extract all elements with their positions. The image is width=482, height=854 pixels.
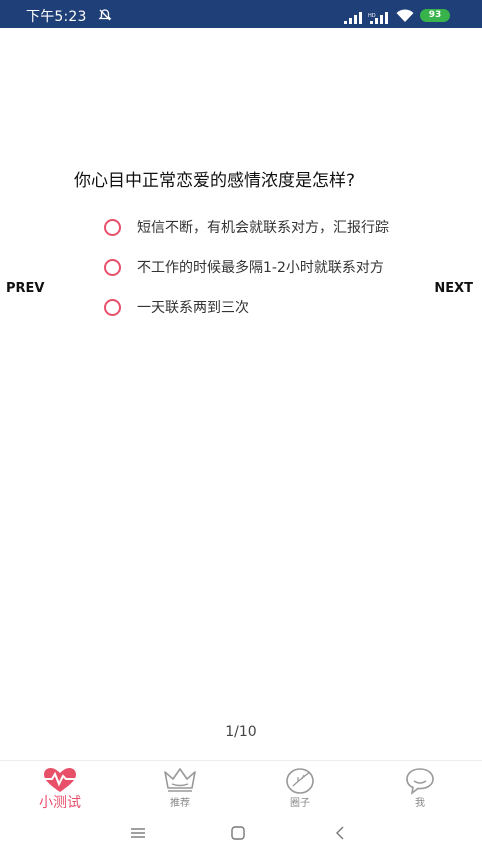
system-navigation-bar [0,815,482,854]
battery-indicator: 93 [420,9,450,22]
back-icon[interactable] [332,825,348,845]
question-title: 你心目中正常恋爱的感情浓度是怎样? [74,171,356,191]
bottom-tab-bar: 小测试 推荐 圈子 我 [0,760,482,816]
cell-signal-hd-icon: HD [368,9,388,28]
cell-signal-icon [344,9,362,28]
answer-option-label: 短信不断，有机会就联系对方，汇报行踪 [137,220,389,236]
answer-option-label: 不工作的时候最多隔1-2小时就联系对方 [137,260,384,276]
tab-me-label: 我 [415,798,425,809]
leaf-icon [280,766,320,796]
tab-quiz[interactable]: 小测试 [0,761,120,816]
question-progress: 1/10 [225,724,257,740]
tab-recommend-label: 推荐 [170,798,190,809]
answer-option-1[interactable]: 短信不断，有机会就联系对方，汇报行踪 [104,214,389,240]
tab-recommend[interactable]: 推荐 [120,761,240,816]
home-icon[interactable] [230,825,246,845]
status-bar: 下午5:23 HD 93 [0,0,482,28]
menu-icon[interactable] [130,825,146,845]
alarm-off-icon [98,7,112,26]
prev-button[interactable]: PREV [6,281,44,296]
wifi-icon [396,8,414,27]
answer-option-label: 一天联系两到三次 [137,300,249,316]
crown-icon [160,766,200,796]
status-time: 下午5:23 [26,9,87,25]
svg-text:HD: HD [368,13,376,19]
tab-circle[interactable]: 圈子 [240,761,360,816]
radio-button-icon[interactable] [104,298,121,316]
chat-bubble-icon [400,766,440,796]
tab-me[interactable]: 我 [360,761,480,816]
tab-circle-label: 圈子 [290,798,310,809]
radio-button-icon[interactable] [104,258,121,276]
tab-quiz-label: 小测试 [39,795,81,811]
next-button[interactable]: NEXT [434,281,473,296]
answer-option-2[interactable]: 不工作的时候最多隔1-2小时就联系对方 [104,254,384,280]
answer-option-3[interactable]: 一天联系两到三次 [104,294,249,320]
radio-button-icon[interactable] [104,218,121,236]
